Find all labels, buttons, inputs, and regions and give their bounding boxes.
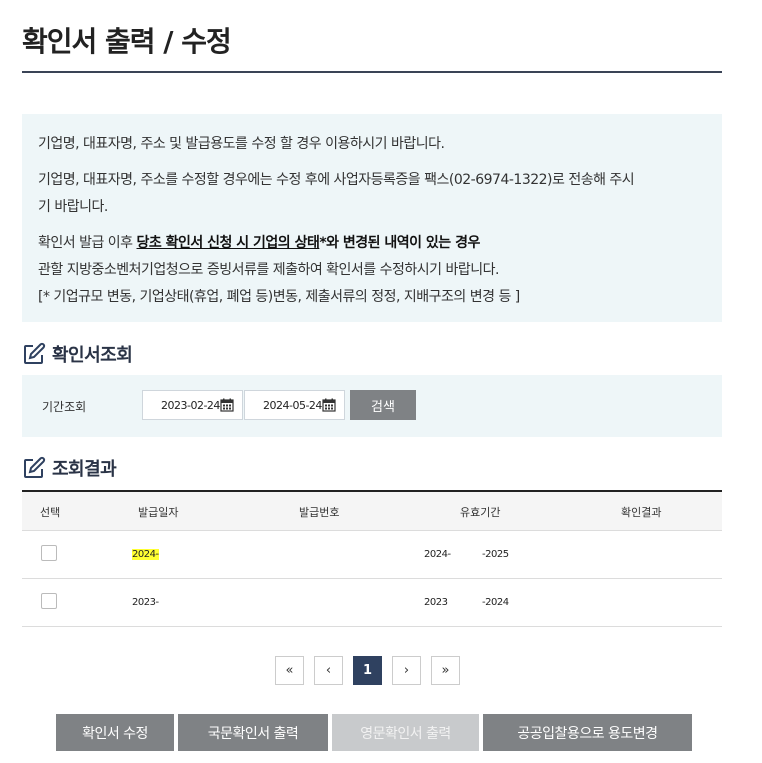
change-usage-button[interactable]: 공공입찰용으로 용도변경 bbox=[483, 714, 692, 751]
notice-line: 기 바랍니다. bbox=[38, 199, 108, 215]
calendar-icon[interactable] bbox=[322, 398, 336, 412]
issue-date-cell: 2023- bbox=[132, 597, 159, 608]
last-page-button[interactable]: » bbox=[431, 656, 460, 685]
result-table: 선택 발급일자 발급번호 유효기간 확인결과 2024- 2024- -2025… bbox=[22, 490, 722, 627]
notice-emphasis: *와 변경된 내역이 있는 경우 bbox=[319, 235, 480, 251]
search-section-heading: 확인서조회 bbox=[22, 341, 133, 367]
calendar-icon[interactable] bbox=[220, 398, 234, 412]
edit-icon bbox=[24, 456, 46, 478]
notice-line: 확인서 발급 이후 당초 확인서 신청 시 기업의 상태*와 변경된 내역이 있… bbox=[38, 230, 706, 257]
date-to-value: 2024-05-24 bbox=[263, 398, 322, 412]
notice-emphasis: 당초 확인서 신청 시 기업의 상태 bbox=[136, 235, 320, 251]
valid-to-cell: -2025 bbox=[482, 549, 509, 560]
title-divider bbox=[22, 71, 722, 73]
column-header-validity: 유효기간 bbox=[460, 506, 501, 519]
issue-date-cell: 2024- bbox=[132, 549, 159, 560]
notice-panel: 기업명, 대표자명, 주소 및 발급용도를 수정 할 경우 이용하시기 바랍니다… bbox=[22, 114, 722, 322]
edit-icon bbox=[24, 342, 46, 364]
result-section-heading: 조회결과 bbox=[22, 455, 117, 481]
modify-certificate-button[interactable]: 확인서 수정 bbox=[56, 714, 174, 751]
page-1-button[interactable]: 1 bbox=[353, 656, 382, 685]
table-row[interactable]: 2024- 2024- -2025 bbox=[22, 531, 722, 579]
valid-from-cell: 2023 bbox=[424, 597, 448, 608]
page-title: 확인서 출력 / 수정 bbox=[22, 25, 232, 58]
first-page-button[interactable]: « bbox=[275, 656, 304, 685]
row-checkbox[interactable] bbox=[41, 545, 57, 561]
notice-line: 기업명, 대표자명, 주소를 수정할 경우에는 수정 후에 사업자등록증을 팩스… bbox=[38, 172, 635, 188]
date-from-value: 2023-02-24 bbox=[161, 398, 220, 412]
notice-line: 관할 지방중소벤처기업청으로 증빙서류를 제출하여 확인서를 수정하시기 바랍니… bbox=[38, 262, 499, 278]
next-page-button[interactable]: › bbox=[392, 656, 421, 685]
column-header-issue-number: 발급번호 bbox=[299, 506, 340, 519]
search-button[interactable]: 검색 bbox=[350, 390, 416, 420]
action-buttons: 확인서 수정 국문확인서 출력 영문확인서 출력 공공입찰용으로 용도변경 bbox=[56, 714, 692, 751]
date-to-input[interactable]: 2024-05-24 bbox=[244, 390, 345, 420]
pagination: « ‹ 1 › » bbox=[275, 656, 460, 685]
table-row[interactable]: 2023- 2023 -2024 bbox=[22, 579, 722, 627]
table-header: 선택 발급일자 발급번호 유효기간 확인결과 bbox=[22, 492, 722, 531]
print-english-button[interactable]: 영문확인서 출력 bbox=[332, 714, 479, 751]
date-from-input[interactable]: 2023-02-24 bbox=[142, 390, 243, 420]
valid-from-cell: 2024- bbox=[424, 549, 451, 560]
print-korean-button[interactable]: 국문확인서 출력 bbox=[178, 714, 328, 751]
prev-page-button[interactable]: ‹ bbox=[314, 656, 343, 685]
row-checkbox[interactable] bbox=[41, 593, 57, 609]
valid-to-cell: -2024 bbox=[482, 597, 509, 608]
period-label: 기간조회 bbox=[42, 400, 87, 414]
column-header-issue-date: 발급일자 bbox=[138, 506, 179, 519]
section-title: 확인서조회 bbox=[52, 345, 133, 366]
search-panel: 기간조회 2023-02-24 2024-05-24 검색 bbox=[22, 375, 722, 437]
column-header-select: 선택 bbox=[40, 506, 61, 519]
notice-line: [* 기업규모 변동, 기업상태(휴업, 폐업 등)변동, 제출서류의 정정, … bbox=[38, 289, 520, 305]
column-header-result: 확인결과 bbox=[621, 506, 662, 519]
notice-text: 확인서 발급 이후 bbox=[38, 235, 137, 251]
section-title: 조회결과 bbox=[52, 459, 117, 480]
notice-line: 기업명, 대표자명, 주소 및 발급용도를 수정 할 경우 이용하시기 바랍니다… bbox=[38, 136, 445, 152]
